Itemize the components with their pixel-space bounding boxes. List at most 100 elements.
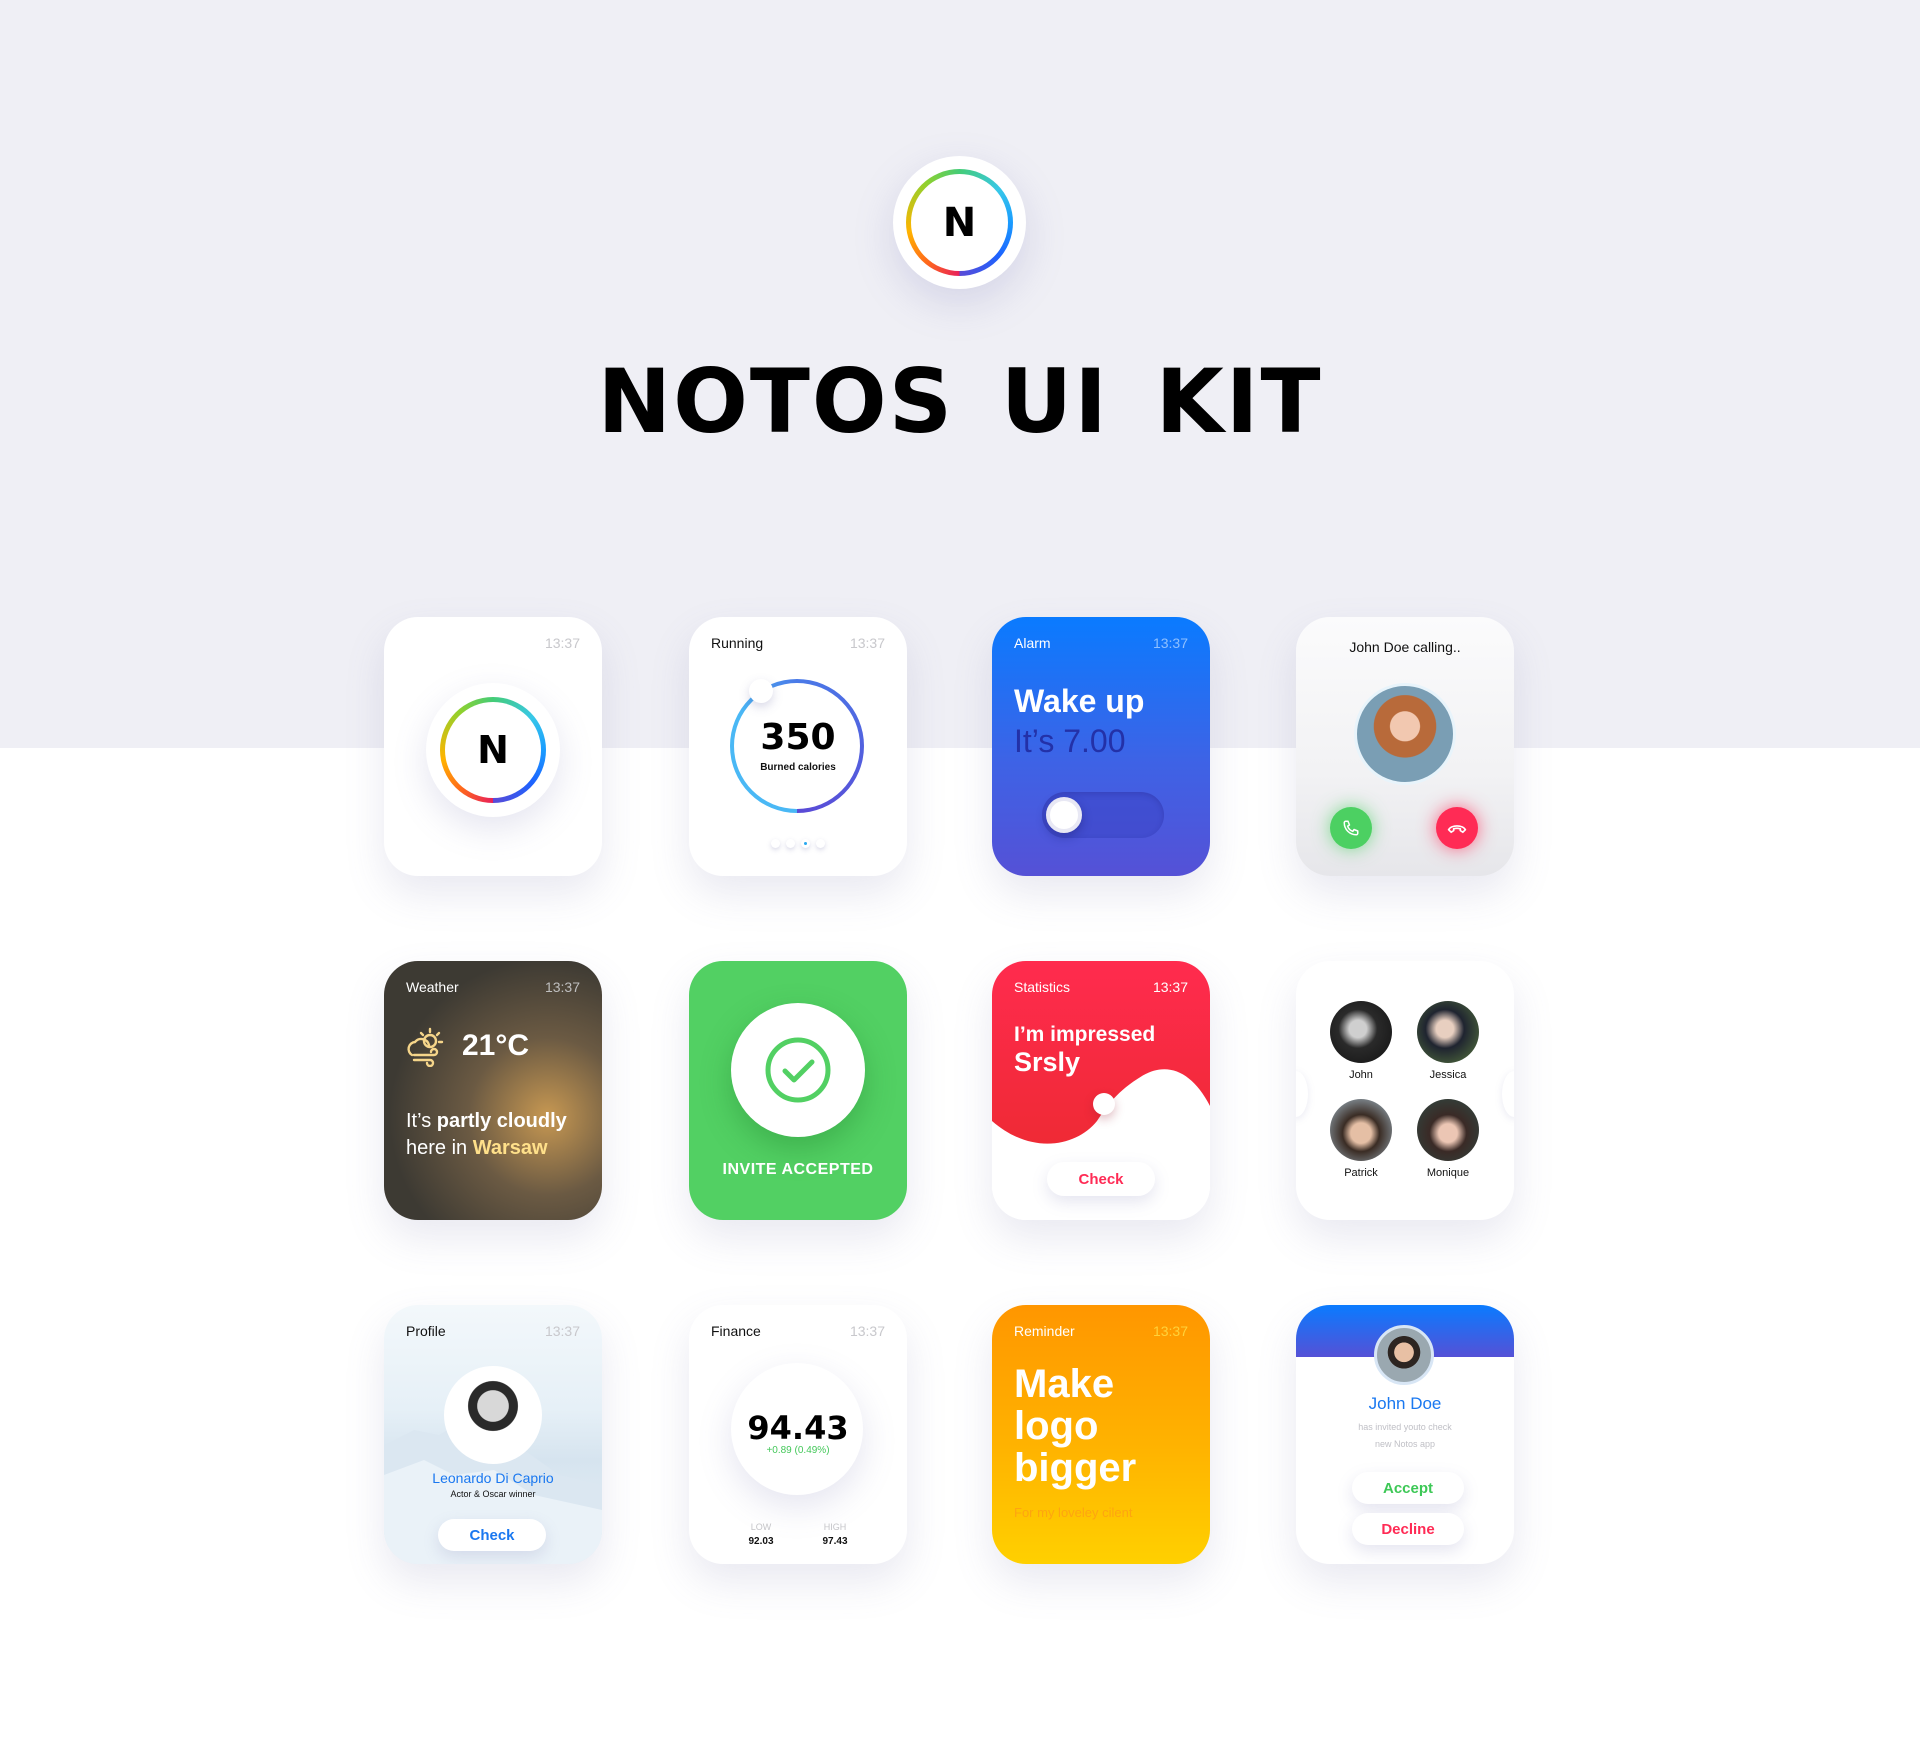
inviter-name: John Doe	[1368, 1394, 1442, 1413]
card-time: 13:37	[1152, 635, 1188, 651]
check-bubble	[731, 1003, 865, 1137]
reminder-subtitle: For my loveley cilent	[1014, 1505, 1133, 1520]
chart-point-handle[interactable]	[1093, 1093, 1115, 1115]
invite-accepted-card[interactable]: INVITE ACCEPTED	[689, 961, 907, 1220]
invitation-desc-line: new Notos app	[1374, 1439, 1436, 1449]
statistics-card[interactable]: Statistics 13:37 I’m impressed Srsly Che…	[992, 961, 1210, 1220]
low-stat: LOW 92.03	[731, 1522, 791, 1547]
low-label: LOW	[750, 1522, 772, 1532]
page-dot-active[interactable]	[801, 839, 810, 848]
check-button[interactable]: Check	[438, 1519, 546, 1551]
contact-item[interactable]: Patrick	[1321, 1099, 1401, 1179]
page-dot[interactable]	[786, 839, 795, 848]
weather-middle: here in	[406, 1137, 473, 1159]
contact-avatar	[1330, 1001, 1392, 1063]
alarm-headline: Wake up	[1014, 683, 1145, 719]
card-title: Profile	[406, 1323, 446, 1339]
card-time: 13:37	[1152, 979, 1188, 995]
caller-text: John Doe calling..	[1349, 639, 1461, 655]
logo-letter: N	[477, 728, 509, 772]
hang-up-icon	[1447, 825, 1467, 834]
background-bottom	[0, 748, 1920, 1740]
card-time: 13:37	[544, 1323, 580, 1339]
check-button[interactable]: Check	[1047, 1162, 1155, 1196]
contact-name: Jessica	[1429, 1069, 1467, 1081]
card-title: Weather	[406, 979, 459, 995]
high-value: 97.43	[822, 1536, 848, 1547]
weather-prefix: It’s	[406, 1110, 437, 1132]
card-title: Running	[711, 635, 764, 651]
weather-description: It’s partly cloudly here in Warsaw	[406, 1108, 567, 1162]
decline-call-button[interactable]	[1436, 807, 1478, 849]
toggle-knob[interactable]	[1046, 797, 1082, 833]
reminder-line: bigger	[1014, 1446, 1137, 1490]
reminder-line: Make	[1014, 1362, 1115, 1406]
page-dot[interactable]	[816, 839, 825, 848]
previous-page-handle[interactable]	[1296, 1071, 1308, 1117]
next-page-handle[interactable]	[1502, 1071, 1514, 1117]
finance-card[interactable]: Finance 13:37 94.43 +0.89 (0.49%) LOW 92…	[689, 1305, 907, 1564]
card-time: 13:37	[544, 635, 580, 651]
logo-card[interactable]: 13:37 N	[384, 617, 602, 876]
high-label: HIGH	[823, 1522, 847, 1532]
low-value: 92.03	[748, 1536, 774, 1547]
invitation-desc-line: has invited youto check	[1358, 1422, 1452, 1432]
contacts-card[interactable]: John Jessica Patrick Monique	[1296, 961, 1514, 1220]
alarm-time-text: It’s 7.00	[1014, 723, 1126, 759]
page-dot[interactable]	[771, 839, 780, 848]
contact-avatar	[1417, 1099, 1479, 1161]
gradient-ring-icon: N	[906, 169, 1013, 276]
weather-condition: partly cloudly	[436, 1110, 567, 1132]
phone-icon	[1343, 820, 1359, 836]
incoming-call-card[interactable]: John Doe calling..	[1296, 617, 1514, 876]
price-value: 94.43	[747, 1409, 849, 1447]
card-time: 13:37	[544, 979, 580, 995]
accept-button[interactable]: Accept	[1352, 1472, 1464, 1504]
profile-role: Actor & Oscar winner	[450, 1489, 536, 1499]
card-title: Statistics	[1014, 979, 1071, 995]
contact-avatar	[1330, 1099, 1392, 1161]
page-title: NOTOS UI KIT	[597, 350, 1323, 453]
calories-value: 350	[760, 717, 836, 758]
profile-avatar	[444, 1366, 542, 1464]
card-title: Alarm	[1014, 635, 1051, 651]
contact-name: John	[1349, 1069, 1373, 1081]
reminder-card[interactable]: Reminder 13:37 Make logo bigger For my l…	[992, 1305, 1210, 1564]
page-indicator	[689, 839, 907, 848]
partly-cloudy-windy-icon	[407, 1027, 444, 1067]
app-logo-bubble[interactable]: N	[426, 683, 560, 817]
invite-status-label: INVITE ACCEPTED	[722, 1161, 874, 1178]
decline-button[interactable]: Decline	[1352, 1513, 1464, 1545]
caller-avatar	[1354, 683, 1456, 785]
profile-name: Leonardo Di Caprio	[432, 1470, 554, 1486]
accept-call-button[interactable]	[1330, 807, 1372, 849]
weather-city: Warsaw	[472, 1137, 548, 1159]
reminder-text: Make logo bigger	[1014, 1363, 1136, 1489]
gradient-ring-icon: N	[440, 697, 546, 803]
card-time: 13:37	[849, 635, 885, 651]
high-stat: HIGH 97.43	[805, 1522, 865, 1547]
contact-name: Patrick	[1344, 1167, 1378, 1179]
progress-handle[interactable]	[749, 679, 773, 703]
card-title: Reminder	[1014, 1323, 1075, 1339]
profile-card[interactable]: Profile 13:37 Leonardo Di Caprio Actor &…	[384, 1305, 602, 1564]
logo-letter: N	[942, 199, 977, 246]
brand-logo: N	[893, 156, 1026, 289]
reminder-line: logo	[1014, 1404, 1099, 1448]
running-card[interactable]: Running 13:37 350 Burned calories	[689, 617, 907, 876]
card-time: 13:37	[849, 1323, 885, 1339]
inviter-avatar	[1374, 1325, 1434, 1385]
check-circle-icon	[765, 1037, 831, 1103]
invitation-card[interactable]: John Doe has invited youto check new Not…	[1296, 1305, 1514, 1564]
alarm-toggle[interactable]	[1042, 792, 1164, 838]
stats-subheadline: Srsly	[1014, 1047, 1081, 1077]
card-title: Finance	[711, 1323, 761, 1339]
invitation-description: has invited youto check new Notos app	[1296, 1419, 1514, 1453]
contact-avatar	[1417, 1001, 1479, 1063]
contact-item[interactable]: Jessica	[1408, 1001, 1488, 1081]
contact-item[interactable]: John	[1321, 1001, 1401, 1081]
weather-card[interactable]: Weather 13:37 21°C It’s partly cloudly h…	[384, 961, 602, 1220]
contact-item[interactable]: Monique	[1408, 1099, 1488, 1179]
alarm-card[interactable]: Alarm 13:37 Wake up It’s 7.00	[992, 617, 1210, 876]
contact-name: Monique	[1426, 1167, 1470, 1179]
